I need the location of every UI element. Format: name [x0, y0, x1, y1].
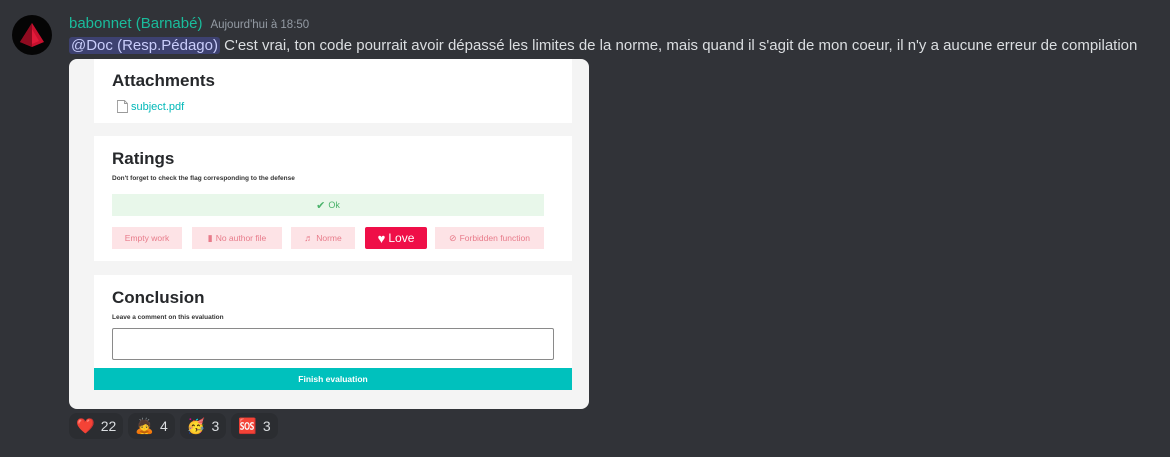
- reaction-heart[interactable]: ❤️ 22: [69, 413, 124, 439]
- reaction-bowing[interactable]: 🙇 4: [128, 413, 175, 439]
- finish-evaluation-button[interactable]: Finish evaluation: [94, 368, 572, 390]
- document-icon: [117, 100, 128, 113]
- reaction-count: 3: [262, 418, 271, 434]
- file-link[interactable]: subject.pdf: [116, 100, 184, 113]
- reactions-bar: ❤️ 22 🙇 4 🥳 3 🆘 3: [69, 413, 278, 439]
- ok-label: Ok: [328, 200, 340, 210]
- flag-no-author-file[interactable]: ▮ No author file: [192, 227, 282, 249]
- ok-button[interactable]: ✔ Ok: [112, 194, 544, 216]
- conclusion-hint: Leave a comment on this evaluation: [112, 314, 224, 321]
- flag-label: No author file: [215, 233, 267, 243]
- check-icon: ✔: [316, 199, 326, 212]
- reaction-party-face[interactable]: 🥳 3: [179, 413, 227, 439]
- help-sign-icon: 🆘: [238, 418, 257, 435]
- attachments-title: Attachments: [112, 71, 215, 90]
- conclusion-title: Conclusion: [112, 288, 205, 307]
- ratings-title: Ratings: [112, 149, 175, 168]
- flag-forbidden-function[interactable]: ⊘ Forbidden function: [435, 227, 544, 249]
- message-header: babonnet (Barnabé) Aujourd'hui à 18:50: [69, 15, 309, 33]
- flag-label: Love: [388, 231, 415, 245]
- flag-norme[interactable]: ♬ Norme: [291, 227, 355, 249]
- file-icon: ▮: [207, 232, 213, 243]
- comment-textarea[interactable]: [112, 328, 554, 360]
- music-note-icon: ♬: [304, 233, 314, 243]
- timestamp: Aujourd'hui à 18:50: [210, 19, 310, 31]
- ratings-card: Ratings Don't forget to check the flag c…: [94, 136, 572, 261]
- ratings-hint: Don't forget to check the flag correspon…: [112, 175, 295, 182]
- reaction-count: 22: [100, 418, 117, 434]
- avatar-pyramid-icon: [20, 23, 44, 47]
- reaction-count: 4: [159, 418, 168, 434]
- mention[interactable]: @Doc (Resp.Pédago): [69, 37, 220, 54]
- conclusion-card: Conclusion Leave a comment on this evalu…: [94, 275, 572, 368]
- message-content: @Doc (Resp.Pédago) C'est vrai, ton code …: [69, 36, 1137, 56]
- attachments-card: Attachments subject.pdf: [94, 59, 572, 123]
- avatar[interactable]: [12, 15, 52, 55]
- flag-love[interactable]: ♥ Love: [365, 227, 427, 249]
- username[interactable]: babonnet (Barnabé): [69, 15, 202, 32]
- reaction-count: 3: [211, 418, 220, 434]
- message-text: C'est vrai, ton code pourrait avoir dépa…: [224, 37, 1138, 54]
- image-attachment[interactable]: Attachments subject.pdf Ratings Don't fo…: [69, 59, 589, 409]
- file-name: subject.pdf: [131, 100, 185, 113]
- flag-label: Empty work: [124, 233, 170, 243]
- reaction-help-sign[interactable]: 🆘 3: [231, 413, 278, 439]
- heart-icon: ❤️: [76, 418, 95, 435]
- bowing-icon: 🙇: [135, 418, 154, 435]
- heart-icon: ♥: [377, 230, 386, 246]
- forbidden-icon: ⊘: [449, 232, 457, 243]
- flag-empty-work[interactable]: Empty work: [112, 227, 182, 249]
- flag-label: Forbidden function: [459, 233, 530, 243]
- party-face-icon: 🥳: [186, 418, 206, 435]
- flag-label: Norme: [316, 233, 342, 243]
